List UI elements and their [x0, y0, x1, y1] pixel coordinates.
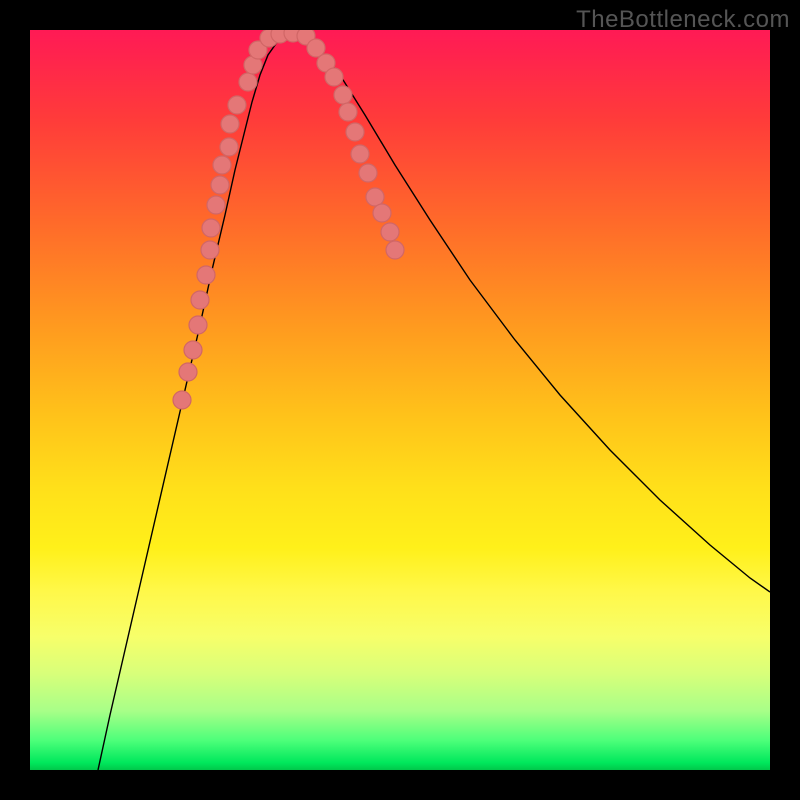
marker-dot: [381, 223, 399, 241]
chart-frame: TheBottleneck.com: [0, 0, 800, 800]
marker-dot: [334, 86, 352, 104]
marker-dot: [325, 68, 343, 86]
marker-dot: [386, 241, 404, 259]
marker-dots: [173, 30, 404, 409]
marker-dot: [201, 241, 219, 259]
marker-dot: [184, 341, 202, 359]
marker-dot: [228, 96, 246, 114]
marker-dot: [189, 316, 207, 334]
marker-dot: [221, 115, 239, 133]
marker-dot: [197, 266, 215, 284]
marker-dot: [346, 123, 364, 141]
marker-dot: [220, 138, 238, 156]
marker-dot: [202, 219, 220, 237]
marker-dot: [213, 156, 231, 174]
marker-dot: [366, 188, 384, 206]
marker-dot: [207, 196, 225, 214]
marker-dot: [211, 176, 229, 194]
plot-area: [30, 30, 770, 770]
bottleneck-curve: [98, 33, 770, 770]
marker-dot: [373, 204, 391, 222]
curve-layer: [30, 30, 770, 770]
marker-dot: [351, 145, 369, 163]
marker-dot: [359, 164, 377, 182]
marker-dot: [173, 391, 191, 409]
watermark-text: TheBottleneck.com: [576, 6, 790, 34]
marker-dot: [179, 363, 197, 381]
marker-dot: [239, 73, 257, 91]
marker-dot: [191, 291, 209, 309]
marker-dot: [339, 103, 357, 121]
